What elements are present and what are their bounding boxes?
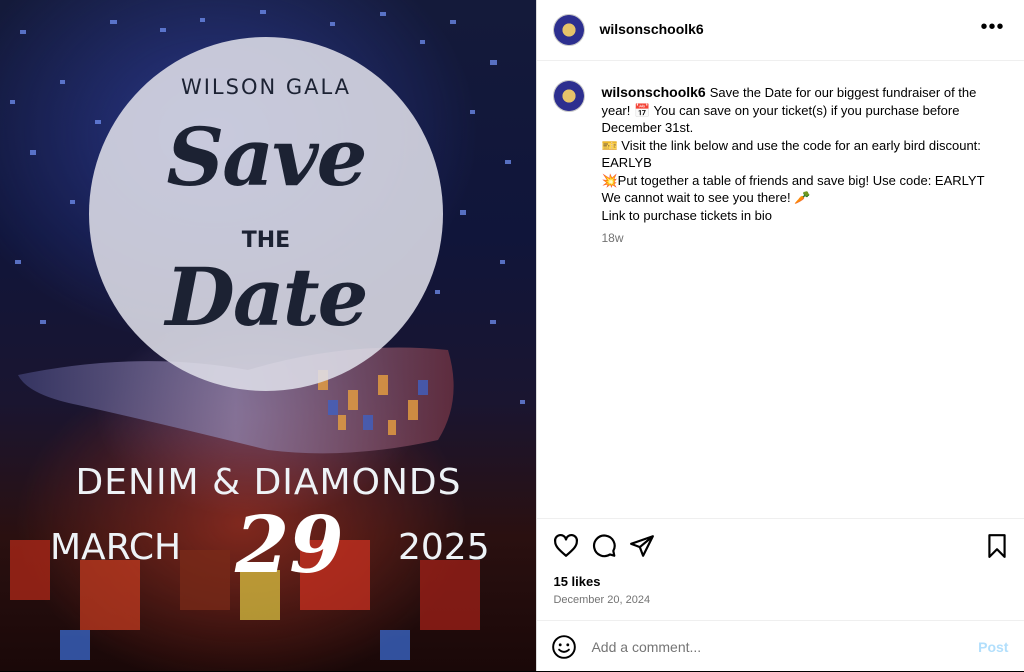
caption-line-5: Link to purchase tickets in bio: [601, 207, 773, 223]
caption-line-3: 💥Put together a table of friends and sav…: [601, 172, 985, 188]
likes-count[interactable]: 15 likes: [553, 574, 600, 589]
more-horizontal-icon[interactable]: •••: [980, 16, 1004, 39]
emoji-icon[interactable]: [551, 634, 577, 660]
comment-input[interactable]: [591, 639, 932, 655]
event-day: 29: [235, 500, 344, 591]
save-heading: Save: [166, 110, 368, 204]
comment-bar: Post: [537, 620, 1024, 672]
post-date: December 20, 2024: [553, 594, 651, 606]
heart-icon[interactable]: [553, 533, 579, 559]
send-icon[interactable]: [629, 533, 655, 559]
post-image[interactable]: WILSON GALA Save THE Date DENIM & DIAMON…: [0, 0, 537, 671]
caption-avatar[interactable]: [553, 80, 586, 112]
date-heading: Date: [165, 250, 368, 344]
post-caption: wilsonschoolk6 Save the Date for our bigg…: [601, 84, 1006, 224]
caption-line-2: 🎫 Visit the link below and use the code …: [601, 137, 981, 171]
event-year: 2025: [398, 527, 490, 568]
event-month: MARCH: [50, 527, 182, 568]
post-details-panel: wilsonschoolk6 ••• wilsonschoolk6 Save th…: [536, 0, 1024, 671]
comment-icon[interactable]: [591, 533, 617, 559]
post-age[interactable]: 18w: [601, 231, 623, 245]
post-button[interactable]: Post: [978, 639, 1008, 655]
caption-line-4: We cannot wait to see you there! 🥕: [601, 190, 811, 205]
event-theme: DENIM & DIAMONDS: [75, 462, 462, 503]
avatar[interactable]: [553, 14, 586, 46]
header-username[interactable]: wilsonschoolk6: [599, 21, 703, 37]
caption-username[interactable]: wilsonschoolk6: [601, 84, 705, 100]
post-header: wilsonschoolk6 •••: [537, 0, 1024, 61]
action-bar: [537, 518, 1024, 571]
bookmark-icon[interactable]: [984, 533, 1010, 559]
event-name: WILSON GALA: [180, 75, 352, 99]
